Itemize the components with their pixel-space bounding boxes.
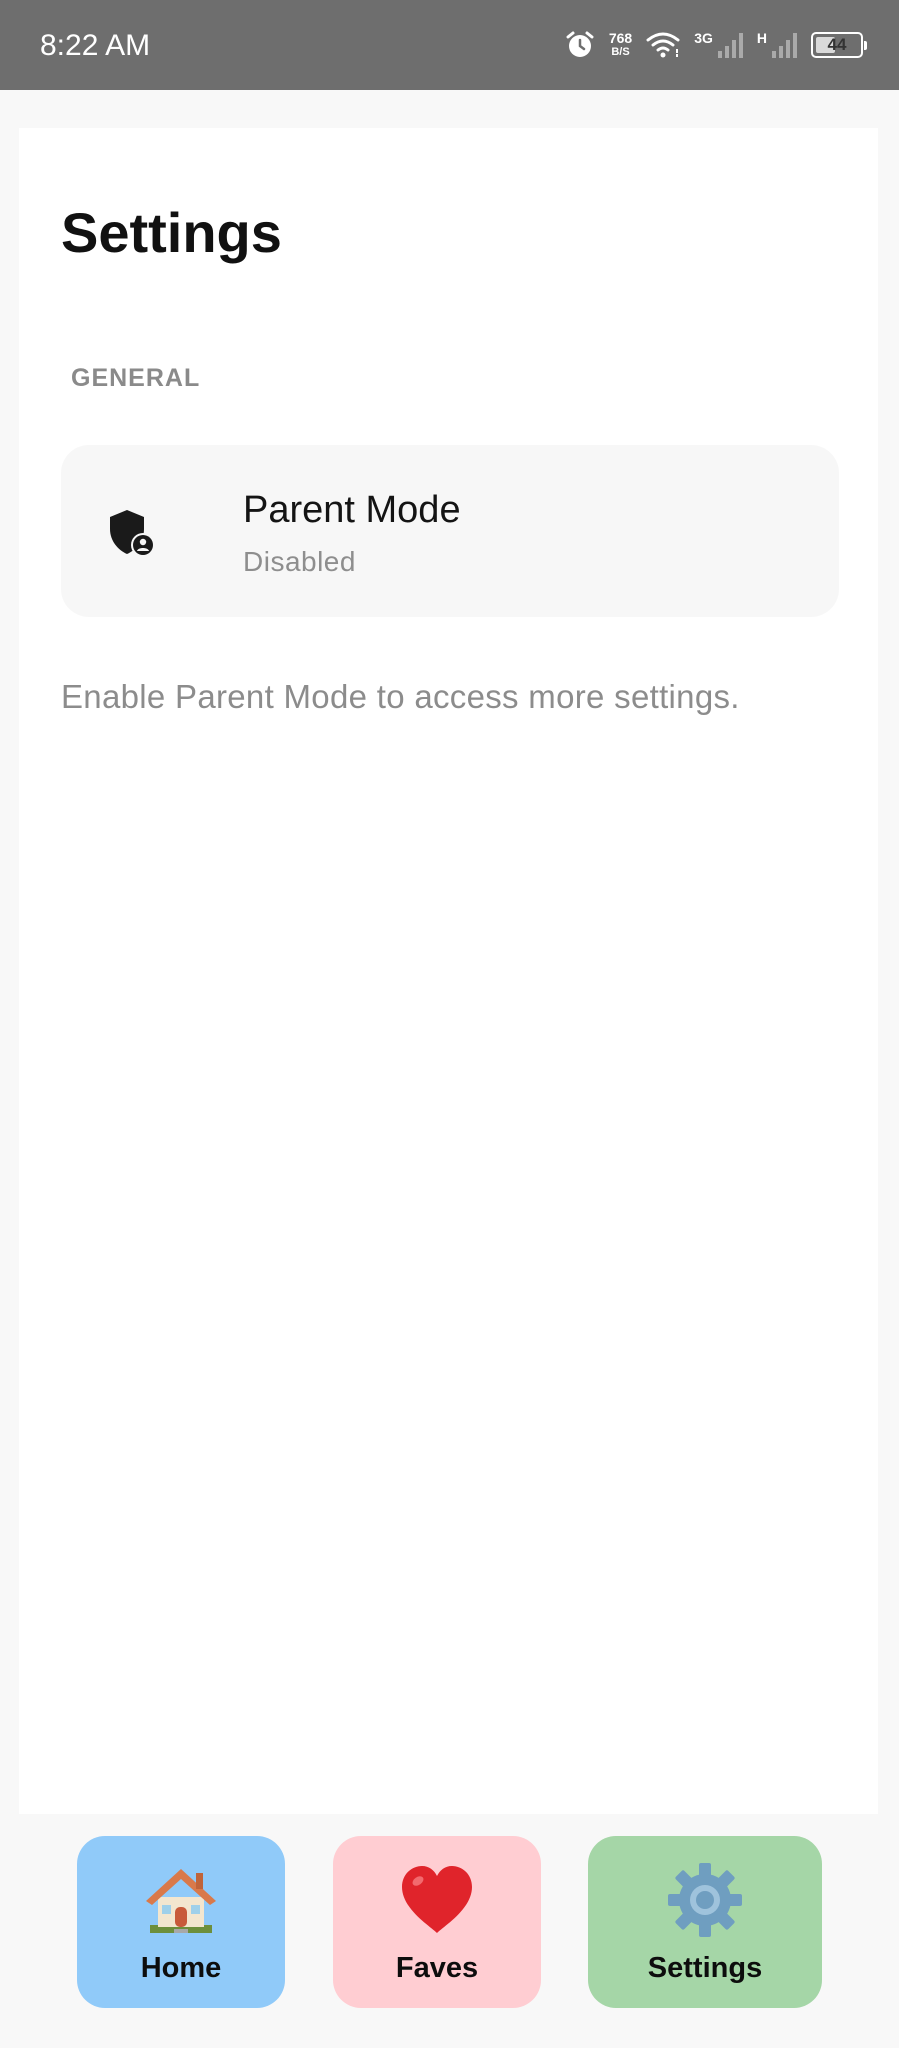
nav-faves-label: Faves <box>395 1952 479 1984</box>
settings-panel: Settings GENERAL Parent Mode Disabled En… <box>19 128 878 1814</box>
nav-settings-button[interactable]: Settings <box>588 1836 822 2008</box>
network-2-label: H <box>756 30 767 46</box>
section-header-general: GENERAL <box>71 364 201 392</box>
network-speed: 768 B/S <box>609 31 632 59</box>
heart-icon <box>396 1859 478 1941</box>
wifi-icon <box>646 31 680 59</box>
nav-settings-label: Settings <box>647 1952 763 1984</box>
battery-level: 44 <box>827 35 847 54</box>
bottom-navigation: Home Faves Settings <box>0 1814 899 2048</box>
status-time: 8:22 AM <box>40 29 151 62</box>
nav-faves-button[interactable]: Faves <box>333 1836 541 2008</box>
signal-icon-2 <box>771 31 797 59</box>
battery-icon: 44 <box>811 32 867 58</box>
alarm-icon <box>565 30 595 60</box>
parent-mode-setting[interactable]: Parent Mode Disabled <box>61 445 839 617</box>
network-speed-value: 768 <box>608 30 633 46</box>
parent-mode-title: Parent Mode <box>243 489 461 531</box>
nav-home-label: Home <box>140 1952 222 1984</box>
status-icons: 768 B/S 3G H 44 <box>565 24 867 66</box>
house-icon <box>140 1859 222 1941</box>
nav-home-button[interactable]: Home <box>77 1836 285 2008</box>
parent-mode-status: Disabled <box>243 546 356 577</box>
shield-person-icon <box>105 507 157 559</box>
signal-icon <box>717 31 743 59</box>
status-bar: 8:22 AM 768 B/S 3G H 44 <box>0 0 899 90</box>
page-title: Settings <box>61 201 282 264</box>
network-1-label: 3G <box>694 30 713 46</box>
parent-mode-hint: Enable Parent Mode to access more settin… <box>61 678 740 715</box>
network-speed-unit: B/S <box>611 46 630 58</box>
gear-icon <box>664 1859 746 1941</box>
